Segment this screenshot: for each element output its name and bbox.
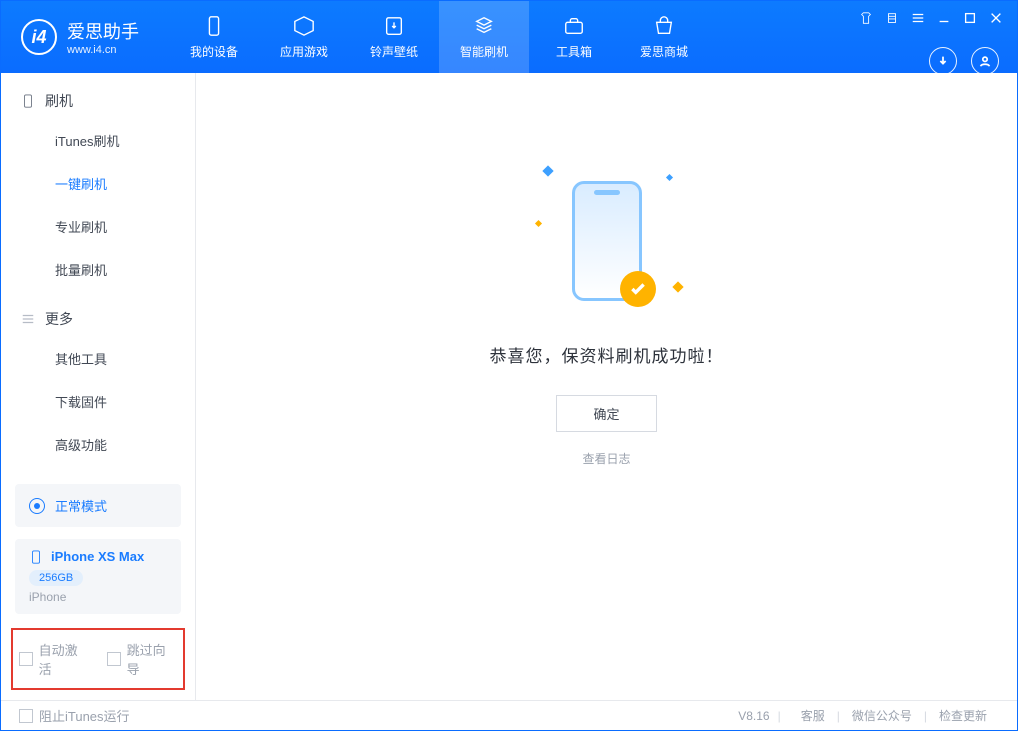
status-bar: 阻止iTunes运行 V8.16 | 客服 | 微信公众号 | 检查更新 [1,700,1017,730]
main-content: 恭喜您，保资料刷机成功啦！ 确定 查看日志 [196,73,1017,700]
tab-store[interactable]: 爱思商城 [619,1,709,73]
tab-label: 智能刷机 [460,43,508,60]
tab-smart-flash[interactable]: 智能刷机 [439,1,529,73]
app-header: i4 爱思助手 www.i4.cn 我的设备 应用游戏 铃声壁纸 智能刷机 工具… [1,1,1017,73]
checkbox-box-icon [107,652,121,666]
success-illustration [572,181,642,301]
logo-text-block: 爱思助手 www.i4.cn [67,18,139,56]
checkbox-label: 跳过向导 [127,640,177,678]
version-label: V8.16 [738,709,769,723]
tab-ringtone-wallpaper[interactable]: 铃声壁纸 [349,1,439,73]
sidebar: 刷机 iTunes刷机 一键刷机 专业刷机 批量刷机 更多 其他工具 下载固件 … [1,73,196,700]
success-message: 恭喜您，保资料刷机成功啦！ [490,342,724,367]
header-right [859,1,1017,75]
tab-label: 铃声壁纸 [370,43,418,60]
checkbox-box-icon [19,652,33,666]
sidebar-item-itunes-flash[interactable]: iTunes刷机 [1,119,195,162]
app-name: 爱思助手 [67,18,139,44]
sidebar-item-download-firmware[interactable]: 下载固件 [1,380,195,423]
tab-label: 工具箱 [556,43,592,60]
confirm-button[interactable]: 确定 [556,395,656,432]
tab-label: 我的设备 [190,43,238,60]
checkbox-box-icon [19,709,33,723]
device-name: iPhone XS Max [51,549,144,564]
window-controls [859,11,1003,25]
device-storage-badge: 256GB [29,570,83,586]
tab-label: 爱思商城 [640,43,688,60]
option-highlight-frame: 自动激活 跳过向导 [11,628,185,690]
checkbox-label: 自动激活 [39,640,89,678]
checkbox-block-itunes[interactable]: 阻止iTunes运行 [19,706,130,725]
success-check-icon [620,271,656,307]
maximize-icon[interactable] [963,11,977,25]
app-url: www.i4.cn [67,44,139,56]
footer-link-wechat[interactable]: 微信公众号 [840,707,924,724]
sidebar-item-batch-flash[interactable]: 批量刷机 [1,248,195,291]
sidebar-item-oneclick-flash[interactable]: 一键刷机 [1,162,195,205]
minimize-icon[interactable] [937,11,951,25]
header-tabs: 我的设备 应用游戏 铃声壁纸 智能刷机 工具箱 爱思商城 [169,1,709,73]
device-type: iPhone [29,590,167,604]
user-icon[interactable] [971,47,999,75]
device-mode-label: 正常模式 [55,496,107,515]
tab-label: 应用游戏 [280,43,328,60]
logo-icon: i4 [21,19,57,55]
shirt-icon[interactable] [859,11,873,25]
mode-indicator-icon [29,498,45,514]
tab-toolbox[interactable]: 工具箱 [529,1,619,73]
tab-apps-games[interactable]: 应用游戏 [259,1,349,73]
sidebar-item-advanced[interactable]: 高级功能 [1,423,195,466]
app-logo: i4 爱思助手 www.i4.cn [21,18,139,56]
sidebar-item-pro-flash[interactable]: 专业刷机 [1,205,195,248]
footer-link-support[interactable]: 客服 [789,707,837,724]
close-icon[interactable] [989,11,1003,25]
list-icon[interactable] [885,11,899,25]
checkbox-auto-activate[interactable]: 自动激活 [19,640,89,678]
device-info-box[interactable]: iPhone XS Max 256GB iPhone [15,539,181,614]
sidebar-group-flash: 刷机 [1,73,195,119]
device-mode-box[interactable]: 正常模式 [15,484,181,527]
tab-my-device[interactable]: 我的设备 [169,1,259,73]
sidebar-group-label: 刷机 [45,91,73,111]
view-log-link[interactable]: 查看日志 [490,450,724,467]
sidebar-group-label: 更多 [45,309,73,329]
download-icon[interactable] [929,47,957,75]
sidebar-group-more: 更多 [1,291,195,337]
menu-icon[interactable] [911,11,925,25]
checkbox-label: 阻止iTunes运行 [39,706,130,725]
sidebar-item-other-tools[interactable]: 其他工具 [1,337,195,380]
footer-link-check-update[interactable]: 检查更新 [927,707,999,724]
checkbox-skip-guide[interactable]: 跳过向导 [107,640,177,678]
